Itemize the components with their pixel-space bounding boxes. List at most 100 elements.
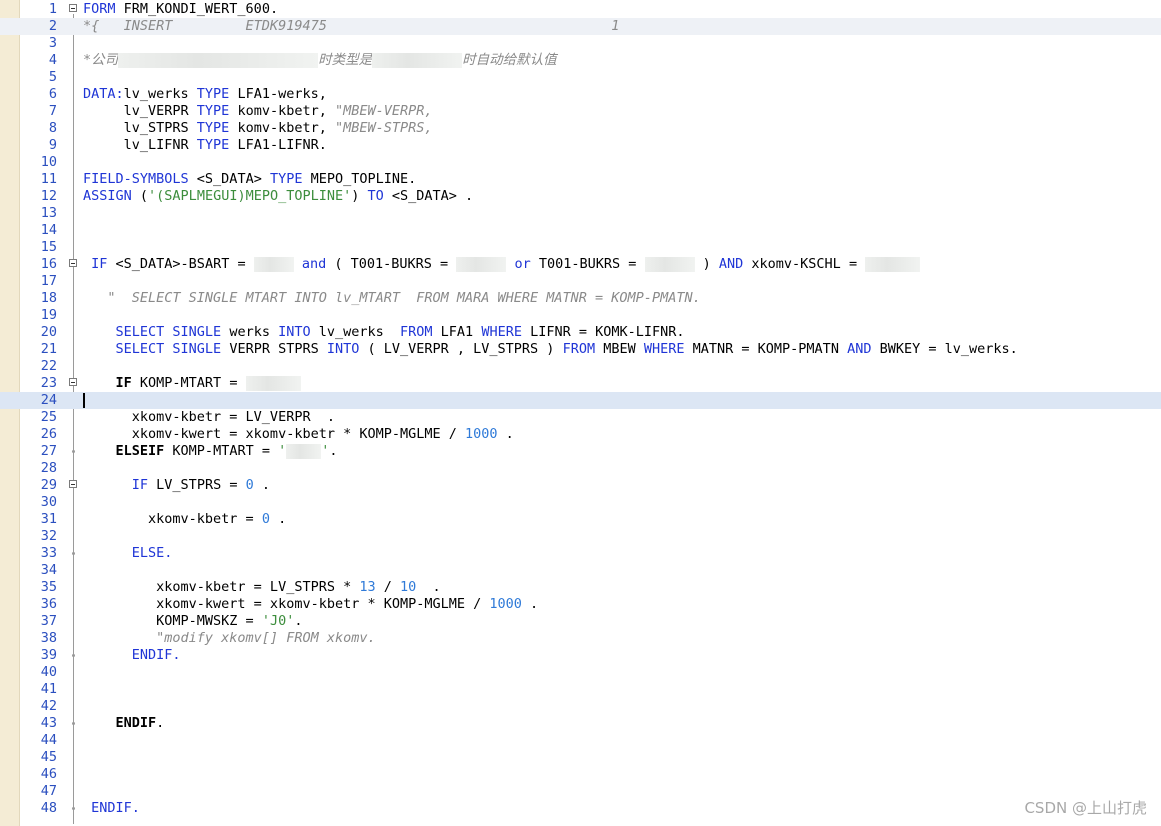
code-line[interactable]: 28 <box>0 460 1161 477</box>
code-text[interactable]: DATA:lv_werks TYPE LFA1-werks, <box>83 86 327 103</box>
code-token: IF <box>91 256 108 272</box>
code-line[interactable]: 10 <box>0 154 1161 171</box>
code-token: 10 <box>400 579 417 595</box>
code-line[interactable]: 19 <box>0 307 1161 324</box>
code-text[interactable]: xkomv-kbetr = LV_VERPR . <box>83 409 335 426</box>
code-line[interactable]: 1 FORM FRM_KONDI_WERT_600. <box>0 1 1161 18</box>
code-line[interactable]: 35 xkomv-kbetr = LV_STPRS * 13 / 10 . <box>0 579 1161 596</box>
code-line[interactable]: 46 <box>0 766 1161 783</box>
code-text[interactable]: *{ INSERT ETDK919475 1 <box>83 18 619 35</box>
code-text[interactable]: ELSEIF KOMP-MTART = ' '. <box>83 443 338 460</box>
code-text[interactable]: KOMP-MWSKZ = 'J0'. <box>83 613 302 630</box>
code-line[interactable]: 48 ENDIF. <box>0 800 1161 817</box>
code-line[interactable]: 33 ELSE. <box>0 545 1161 562</box>
fold-toggle-icon[interactable] <box>69 480 77 488</box>
code-line[interactable]: 37 KOMP-MWSKZ = 'J0'. <box>0 613 1161 630</box>
code-line[interactable]: 42 <box>0 698 1161 715</box>
code-text[interactable]: IF <S_DATA>-BSART = and ( T001-BUKRS = o… <box>83 256 921 273</box>
code-text[interactable]: ENDIF. <box>83 800 140 817</box>
redacted-text-mask <box>253 256 294 272</box>
code-line[interactable]: 21 SELECT SINGLE VERPR STPRS INTO ( LV_V… <box>0 341 1161 358</box>
code-text[interactable]: ASSIGN ('(SAPLMEGUI)MEPO_TOPLINE') TO <S… <box>83 188 473 205</box>
code-token: " SELECT SINGLE MTART INTO lv_MTART FROM… <box>83 290 701 306</box>
code-line[interactable]: 12 ASSIGN ('(SAPLMEGUI)MEPO_TOPLINE') TO … <box>0 188 1161 205</box>
code-line[interactable]: 25 xkomv-kbetr = LV_VERPR . <box>0 409 1161 426</box>
code-line[interactable]: 8 lv_STPRS TYPE komv-kbetr, "MBEW-STPRS, <box>0 120 1161 137</box>
code-line[interactable]: 24 <box>0 392 1161 409</box>
code-token: 时类型是 <box>318 52 373 68</box>
code-text[interactable]: " SELECT SINGLE MTART INTO lv_MTART FROM… <box>83 290 701 307</box>
code-line[interactable]: 39 ENDIF. <box>0 647 1161 664</box>
code-line[interactable]: 30 <box>0 494 1161 511</box>
code-text[interactable]: *公司 时类型是 时自动给默认值 <box>83 52 557 69</box>
code-line[interactable]: 47 <box>0 783 1161 800</box>
code-token: ENDIF. <box>91 800 140 816</box>
code-line[interactable]: 9 lv_LIFNR TYPE LFA1-LIFNR. <box>0 137 1161 154</box>
code-token: FORM <box>83 1 116 17</box>
code-line[interactable]: 27 ELSEIF KOMP-MTART = ' '. <box>0 443 1161 460</box>
code-text[interactable]: IF KOMP-MTART = <box>83 375 301 392</box>
code-token: ( T001-BUKRS = <box>326 256 457 272</box>
code-line[interactable]: 22 <box>0 358 1161 375</box>
code-text[interactable]: lv_VERPR TYPE komv-kbetr, "MBEW-VERPR, <box>83 103 433 120</box>
code-text[interactable]: IF LV_STPRS = 0 . <box>83 477 270 494</box>
code-text[interactable]: ELSE. <box>83 545 173 562</box>
code-line[interactable]: 20 SELECT SINGLE werks INTO lv_werks FRO… <box>0 324 1161 341</box>
code-line[interactable]: 18 " SELECT SINGLE MTART INTO lv_MTART F… <box>0 290 1161 307</box>
code-line[interactable]: 44 <box>0 732 1161 749</box>
code-line[interactable]: 43 ENDIF. <box>0 715 1161 732</box>
code-line[interactable]: 32 <box>0 528 1161 545</box>
code-line[interactable]: 15 <box>0 239 1161 256</box>
code-line[interactable]: 5 <box>0 69 1161 86</box>
code-text[interactable]: "modify xkomv[] FROM xkomv. <box>83 630 375 647</box>
code-line[interactable]: 36 xkomv-kwert = xkomv-kbetr * KOMP-MGLM… <box>0 596 1161 613</box>
code-line[interactable]: 34 <box>0 562 1161 579</box>
code-line[interactable]: 2 *{ INSERT ETDK919475 1 <box>0 18 1161 35</box>
code-text[interactable]: SELECT SINGLE VERPR STPRS INTO ( LV_VERP… <box>83 341 1018 358</box>
code-token: <S_DATA> . <box>383 188 474 204</box>
code-line[interactable]: 29 IF LV_STPRS = 0 . <box>0 477 1161 494</box>
code-token: AND <box>847 341 872 357</box>
code-token: komv-kbetr, <box>229 103 335 119</box>
code-line[interactable]: 3 <box>0 35 1161 52</box>
fold-toggle-icon[interactable] <box>69 4 77 12</box>
code-line[interactable]: 14 <box>0 222 1161 239</box>
code-line[interactable]: 4 *公司 时类型是 时自动给默认值 <box>0 52 1161 69</box>
code-text[interactable]: SELECT SINGLE werks INTO lv_werks FROM L… <box>83 324 685 341</box>
code-editor[interactable]: 1 FORM FRM_KONDI_WERT_600. 2 *{ INSERT ETDK… <box>0 0 1161 826</box>
code-text[interactable]: lv_STPRS TYPE komv-kbetr, "MBEW-STPRS, <box>83 120 433 137</box>
code-line[interactable]: 6 DATA:lv_werks TYPE LFA1-werks, <box>0 86 1161 103</box>
code-line[interactable]: 16 IF <S_DATA>-BSART = and ( T001-BUKRS … <box>0 256 1161 273</box>
line-number: 2 <box>48 18 57 34</box>
code-line[interactable]: 41 <box>0 681 1161 698</box>
fold-end-marker-icon <box>72 654 75 657</box>
code-token: . <box>253 477 270 493</box>
code-text[interactable]: xkomv-kwert = xkomv-kbetr * KOMP-MGLME /… <box>83 596 538 613</box>
code-line[interactable]: 7 lv_VERPR TYPE komv-kbetr, "MBEW-VERPR, <box>0 103 1161 120</box>
code-line[interactable]: 11 FIELD-SYMBOLS <S_DATA> TYPE MEPO_TOPLI… <box>0 171 1161 188</box>
code-line[interactable]: 26 xkomv-kwert = xkomv-kbetr * KOMP-MGLM… <box>0 426 1161 443</box>
fold-toggle-icon[interactable] <box>69 378 77 386</box>
code-text[interactable]: ENDIF. <box>83 647 181 664</box>
fold-toggle-icon[interactable] <box>69 259 77 267</box>
code-line[interactable]: 17 <box>0 273 1161 290</box>
code-text[interactable]: lv_LIFNR TYPE LFA1-LIFNR. <box>83 137 327 154</box>
code-token: FIELD-SYMBOLS <box>83 171 189 187</box>
code-text[interactable]: FORM FRM_KONDI_WERT_600. <box>83 1 278 18</box>
code-line[interactable]: 45 <box>0 749 1161 766</box>
code-line[interactable]: 23 IF KOMP-MTART = <box>0 375 1161 392</box>
code-text[interactable]: xkomv-kwert = xkomv-kbetr * KOMP-MGLME /… <box>83 426 514 443</box>
code-token: "MBEW-VERPR, <box>334 103 433 119</box>
code-line[interactable]: 40 <box>0 664 1161 681</box>
code-line[interactable]: 13 <box>0 205 1161 222</box>
code-token: . <box>497 426 514 442</box>
code-line[interactable]: 38 "modify xkomv[] FROM xkomv. <box>0 630 1161 647</box>
code-text[interactable]: xkomv-kbetr = 0 . <box>83 511 286 528</box>
code-line[interactable]: 31 xkomv-kbetr = 0 . <box>0 511 1161 528</box>
code-text[interactable]: ENDIF. <box>83 715 165 732</box>
code-text[interactable]: xkomv-kbetr = LV_STPRS * 13 / 10 . <box>83 579 441 596</box>
code-token: KOMP-MWSKZ = <box>83 613 262 629</box>
code-text[interactable]: FIELD-SYMBOLS <S_DATA> TYPE MEPO_TOPLINE… <box>83 171 416 188</box>
line-number: 42 <box>40 698 57 714</box>
